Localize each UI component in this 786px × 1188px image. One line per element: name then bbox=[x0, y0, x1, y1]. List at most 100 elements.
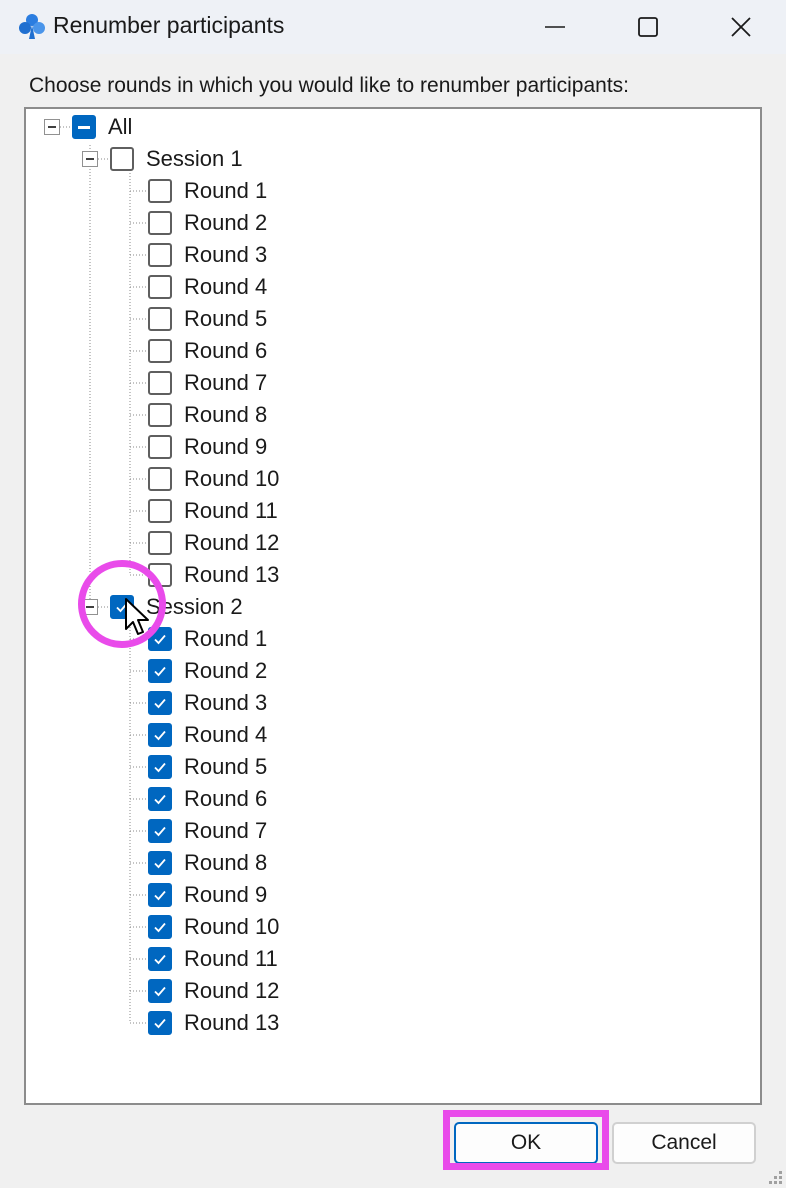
mouse-cursor-icon bbox=[125, 598, 149, 635]
tree-node-session-2-round-12[interactable]: Round 12 bbox=[148, 975, 279, 1007]
tree-node-label: Round 6 bbox=[184, 786, 268, 811]
tree-node-session-1-round-3-checkbox[interactable] bbox=[148, 243, 172, 267]
minimize-icon bbox=[545, 26, 565, 28]
tree-node-label: All bbox=[108, 114, 133, 139]
tree-node-session-2-round-5[interactable]: Round 5 bbox=[148, 751, 267, 783]
window-title: Renumber participants bbox=[53, 12, 285, 38]
tree-node-session-2-round-9-checkbox[interactable] bbox=[148, 883, 172, 907]
tree-node-session-1-round-9-checkbox[interactable] bbox=[148, 435, 172, 459]
tree-node-label: Round 7 bbox=[184, 370, 268, 395]
tree-node-session-1-round-11-checkbox[interactable] bbox=[148, 499, 172, 523]
checkmark-icon bbox=[154, 922, 166, 933]
tree-node-session-2-round-11-checkbox[interactable] bbox=[148, 947, 172, 971]
tree-node-label: Round 2 bbox=[184, 658, 268, 683]
tree-node-session-1-round-3[interactable]: Round 3 bbox=[148, 239, 267, 271]
tree-node-session-1-round-5-checkbox[interactable] bbox=[148, 307, 172, 331]
tree-node-session-2-round-9[interactable]: Round 9 bbox=[148, 879, 267, 911]
tree-node-session-2-round-5-checkbox[interactable] bbox=[148, 755, 172, 779]
tree-node-all-checkbox[interactable] bbox=[72, 115, 96, 139]
tree-node-session-2-round-10-checkbox[interactable] bbox=[148, 915, 172, 939]
checkmark-icon bbox=[154, 794, 166, 805]
tree-node-label: Round 5 bbox=[184, 754, 268, 779]
tree-node-label: Round 9 bbox=[184, 434, 268, 459]
tree-node-session-2-round-2[interactable]: Round 2 bbox=[148, 655, 267, 687]
tree-node-session-1-round-4-checkbox[interactable] bbox=[148, 275, 172, 299]
tree-node-session-2-round-7-checkbox[interactable] bbox=[148, 819, 172, 843]
tree-node-session-2-round-13[interactable]: Round 13 bbox=[148, 1007, 279, 1039]
tree-node-session-1-round-7[interactable]: Round 7 bbox=[148, 367, 267, 399]
tree-node-session-1-round-10-checkbox[interactable] bbox=[148, 467, 172, 491]
checkmark-icon bbox=[154, 762, 166, 773]
tree-node-session-1-round-13[interactable]: Round 13 bbox=[148, 559, 279, 591]
maximize-icon bbox=[638, 17, 658, 37]
close-button[interactable] bbox=[696, 0, 786, 54]
close-icon bbox=[731, 17, 751, 37]
tree-node-session-1-round-12[interactable]: Round 12 bbox=[148, 527, 279, 559]
tree-node-label: Round 6 bbox=[184, 338, 268, 363]
tree-node-label: Round 13 bbox=[184, 1010, 280, 1035]
tree-node-label: Round 10 bbox=[184, 914, 280, 939]
tree-node-session-2-round-11[interactable]: Round 11 bbox=[148, 943, 278, 975]
cancel-button[interactable]: Cancel bbox=[612, 1122, 756, 1164]
tree-node-session-2-round-10[interactable]: Round 10 bbox=[148, 911, 279, 943]
instruction-label: Choose rounds in which you would like to… bbox=[29, 74, 629, 97]
tree-node-label: Round 8 bbox=[184, 850, 268, 875]
checkmark-icon bbox=[154, 730, 166, 741]
tree-node-session-2-round-3[interactable]: Round 3 bbox=[148, 687, 267, 719]
tree-node-label: Round 13 bbox=[184, 562, 280, 587]
tree-node-session-1-round-1-checkbox[interactable] bbox=[148, 179, 172, 203]
tree-node-session-1-round-11[interactable]: Round 11 bbox=[148, 495, 278, 527]
tree-node-session-1-round-4[interactable]: Round 4 bbox=[148, 271, 267, 303]
tree-node-session-2-round-1[interactable]: Round 1 bbox=[148, 623, 267, 655]
tree-node-session-1-round-8[interactable]: Round 8 bbox=[148, 399, 267, 431]
tree-node-session-2-round-13-checkbox[interactable] bbox=[148, 1011, 172, 1035]
tree-node-session-2-round-4-checkbox[interactable] bbox=[148, 723, 172, 747]
tree-node-session-2-round-2-checkbox[interactable] bbox=[148, 659, 172, 683]
tree-node-session-1-round-12-checkbox[interactable] bbox=[148, 531, 172, 555]
tree-node-session-2-round-8[interactable]: Round 8 bbox=[148, 847, 267, 879]
tree-node-session-1-checkbox[interactable] bbox=[110, 147, 134, 171]
minimize-button[interactable] bbox=[510, 0, 600, 54]
tree-node-session-1-round-9[interactable]: Round 9 bbox=[148, 431, 267, 463]
tree-node-session-1-round-5[interactable]: Round 5 bbox=[148, 303, 267, 335]
tree-node-label: Round 3 bbox=[184, 690, 268, 715]
tree-node-session-2-round-6[interactable]: Round 6 bbox=[148, 783, 267, 815]
resize-grip-icon[interactable] bbox=[766, 1168, 784, 1186]
tree-node-session-2-round-12-checkbox[interactable] bbox=[148, 979, 172, 1003]
tree-node-label: Round 4 bbox=[184, 722, 268, 747]
tree-node-label: Round 2 bbox=[184, 210, 268, 235]
checkmark-icon bbox=[154, 954, 166, 965]
tree-node-session-1[interactable]: Session 1 bbox=[110, 143, 243, 175]
tree-node-session-1-round-10[interactable]: Round 10 bbox=[148, 463, 279, 495]
tree-node-session-2-round-3-checkbox[interactable] bbox=[148, 691, 172, 715]
tree-node-label: Session 1 bbox=[146, 146, 243, 171]
tree-node-label: Round 12 bbox=[184, 978, 280, 1003]
maximize-button[interactable] bbox=[603, 0, 693, 54]
title-bar: Renumber participants bbox=[0, 0, 786, 54]
tree-node-label: Round 8 bbox=[184, 402, 268, 427]
collapse-minus-icon bbox=[86, 158, 94, 160]
tree-node-session-2-round-6-checkbox[interactable] bbox=[148, 787, 172, 811]
tree-node-session-1-round-2-checkbox[interactable] bbox=[148, 211, 172, 235]
tree-node-session-1-round-6[interactable]: Round 6 bbox=[148, 335, 267, 367]
tree-node-label: Round 11 bbox=[184, 946, 278, 971]
tree-node-session-2-round-8-checkbox[interactable] bbox=[148, 851, 172, 875]
tree-node-session-1-round-2[interactable]: Round 2 bbox=[148, 207, 267, 239]
checkmark-icon bbox=[154, 890, 166, 901]
tree-node-session-1-round-1[interactable]: Round 1 bbox=[148, 175, 267, 207]
tree-node-all[interactable]: All bbox=[72, 111, 132, 143]
indeterminate-dash-icon bbox=[78, 125, 90, 129]
tree-node-session-2-round-4[interactable]: Round 4 bbox=[148, 719, 267, 751]
tree-node-all-collapse-toggle[interactable] bbox=[44, 119, 60, 135]
tree-node-label: Round 4 bbox=[184, 274, 268, 299]
tree-node-session-1-collapse-toggle[interactable] bbox=[82, 151, 98, 167]
tree-node-label: Round 9 bbox=[184, 882, 268, 907]
tree-node-session-1-round-8-checkbox[interactable] bbox=[148, 403, 172, 427]
tree-node-session-2-round-7[interactable]: Round 7 bbox=[148, 815, 267, 847]
tree-node-label: Round 12 bbox=[184, 530, 280, 555]
tree-node-label: Round 1 bbox=[184, 178, 268, 203]
tree-node-label: Round 3 bbox=[184, 242, 268, 267]
tree-node-session-1-round-6-checkbox[interactable] bbox=[148, 339, 172, 363]
tree-node-session-1-round-7-checkbox[interactable] bbox=[148, 371, 172, 395]
checkmark-icon bbox=[154, 698, 166, 709]
